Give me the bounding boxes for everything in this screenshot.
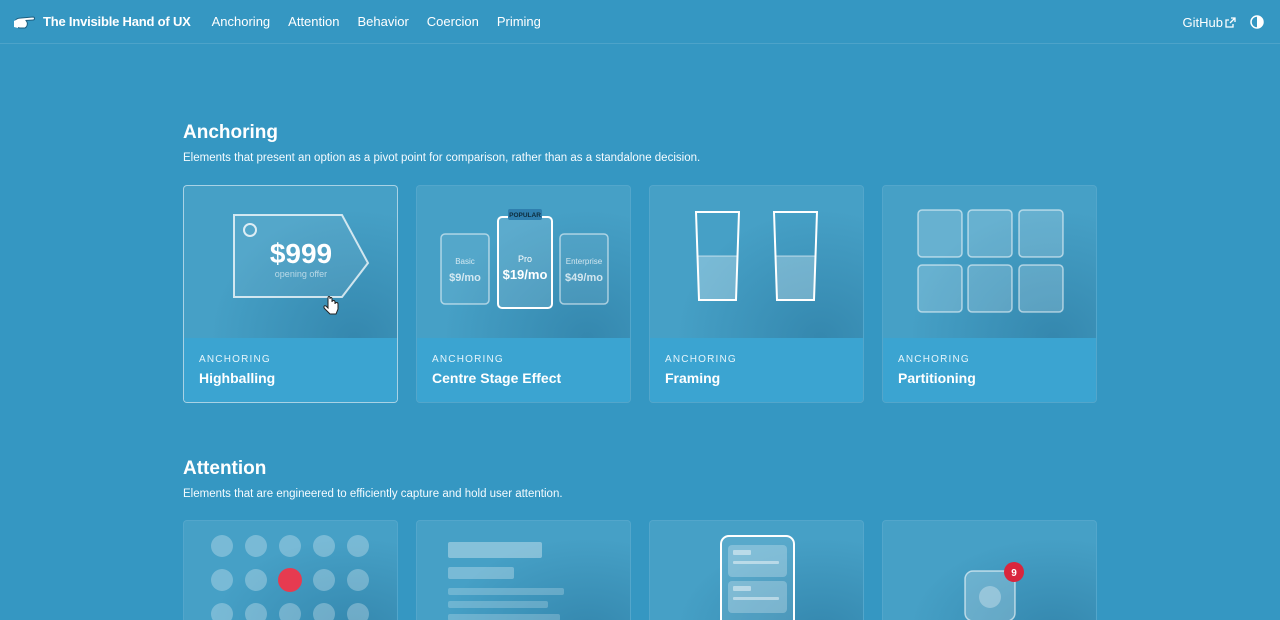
plan-popular-badge: POPULAR — [509, 212, 541, 219]
plan-enterprise-label: Enterprise — [566, 257, 603, 266]
text-lines-illustration — [417, 521, 630, 620]
notification-badge-illustration: 9 — [883, 521, 1096, 620]
pricing-plans-illustration: Basic $9/mo POPULAR Pro $19/mo Enterpris… — [417, 186, 630, 338]
nav-attention[interactable]: Attention — [288, 14, 339, 29]
highlighted-dot — [278, 568, 302, 592]
nav-coercion[interactable]: Coercion — [427, 14, 479, 29]
plan-enterprise-price: $49/mo — [565, 272, 603, 284]
notification-count: 9 — [1011, 568, 1017, 579]
nav-priming[interactable]: Priming — [497, 14, 541, 29]
glasses-icon — [694, 211, 819, 301]
tag-caption: opening offer — [275, 269, 327, 279]
card-attention-text[interactable] — [416, 520, 631, 620]
card-title: Partitioning — [898, 370, 976, 386]
theme-toggle-icon[interactable] — [1250, 15, 1264, 29]
main-nav: Anchoring Attention Behavior Coercion Pr… — [212, 14, 559, 29]
nav-anchoring[interactable]: Anchoring — [212, 14, 271, 29]
pointing-hand-logo-icon — [14, 15, 35, 28]
section-title: Attention — [183, 458, 267, 479]
brand-name: The Invisible Hand of UX — [43, 14, 191, 29]
brand-link[interactable]: The Invisible Hand of UX — [12, 11, 191, 33]
card-centre-stage-effect[interactable]: Basic $9/mo POPULAR Pro $19/mo Enterpris… — [416, 185, 631, 403]
tag-price: $999 — [270, 238, 332, 269]
highballing-illustration: $999 opening offer — [184, 186, 397, 338]
card-category: ANCHORING — [432, 354, 504, 365]
dot-grid-illustration — [184, 521, 397, 620]
framing-illustration — [650, 186, 863, 338]
plan-basic-label: Basic — [455, 257, 475, 266]
plan-basic-price: $9/mo — [449, 272, 481, 284]
section-description: Elements that are engineered to efficien… — [183, 488, 563, 500]
phone-feed-illustration — [650, 521, 863, 620]
external-link-icon — [1225, 16, 1236, 28]
card-framing[interactable]: ANCHORING Framing — [649, 185, 864, 403]
partitioning-illustration — [883, 186, 1096, 338]
section-description: Elements that present an option as a piv… — [183, 152, 701, 164]
hand-cursor-icon — [323, 296, 339, 315]
card-highballing[interactable]: $999 opening offer ANCHORING Highballing — [183, 185, 398, 403]
grid-tiles-icon — [917, 209, 1064, 313]
plan-pro-price: $19/mo — [503, 267, 548, 282]
plan-pro-label: Pro — [518, 254, 532, 264]
github-label: GitHub — [1182, 14, 1223, 30]
card-category: ANCHORING — [665, 354, 737, 365]
card-partitioning[interactable]: ANCHORING Partitioning — [882, 185, 1097, 403]
section-title: Anchoring — [183, 122, 278, 143]
section-attention: Attention Elements that are engineered t… — [183, 458, 1097, 620]
card-grid: 9 — [183, 520, 1097, 620]
app-icon: 9 — [964, 562, 1024, 620]
card-attention-badge[interactable]: 9 — [882, 520, 1097, 620]
phone-icon — [720, 535, 795, 620]
card-title: Framing — [665, 370, 721, 386]
card-category: ANCHORING — [898, 354, 970, 365]
card-title: Centre Stage Effect — [432, 370, 562, 386]
card-category: ANCHORING — [199, 354, 271, 365]
card-title: Highballing — [199, 370, 276, 386]
price-tag-icon: $999 opening offer — [233, 214, 370, 315]
card-attention-dots[interactable] — [183, 520, 398, 620]
card-grid: $999 opening offer ANCHORING Highballing… — [183, 185, 1097, 403]
github-link[interactable]: GitHub — [1183, 15, 1236, 30]
nav-behavior[interactable]: Behavior — [357, 14, 408, 29]
card-attention-phone[interactable] — [649, 520, 864, 620]
top-nav: The Invisible Hand of UX Anchoring Atten… — [0, 0, 1280, 44]
section-anchoring: Anchoring Elements that present an optio… — [183, 122, 1097, 403]
